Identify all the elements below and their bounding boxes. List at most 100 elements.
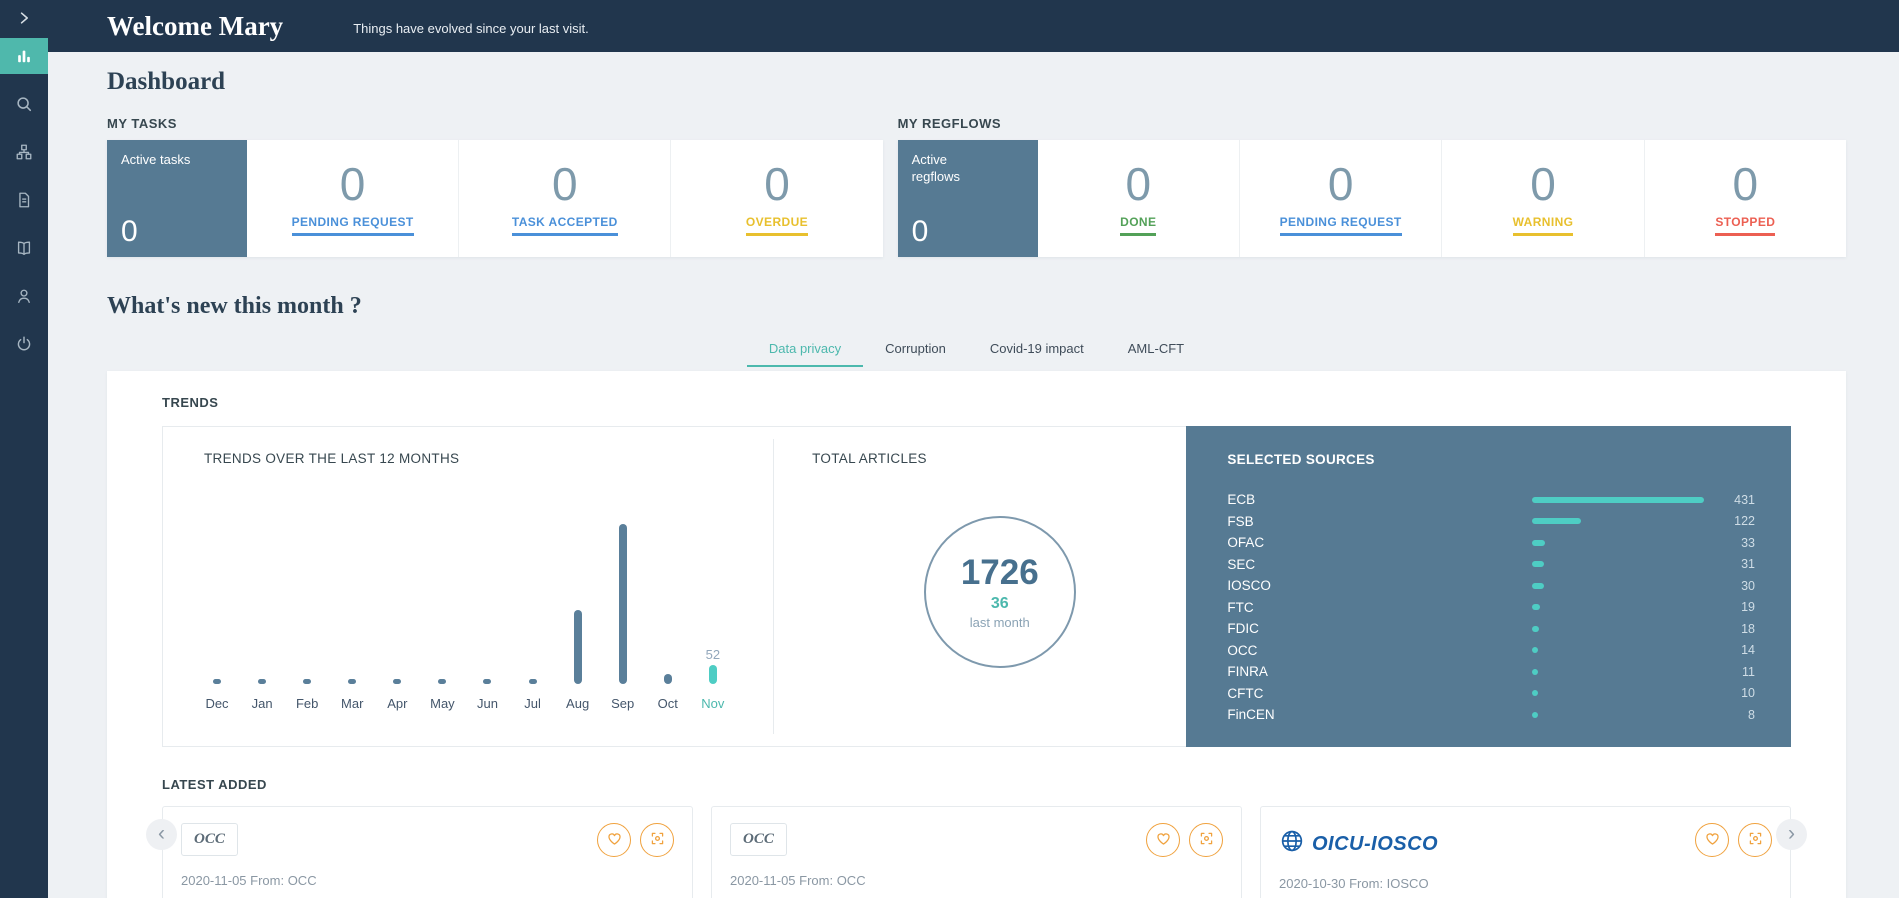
last-month-value: 36: [990, 594, 1009, 612]
profile-icon: [15, 287, 33, 305]
carousel-next-button[interactable]: ›: [1776, 819, 1807, 850]
stat-value: 0: [1530, 158, 1556, 210]
article-actions: [1137, 823, 1223, 857]
article-actions: [1686, 823, 1772, 857]
heart-icon: [1704, 830, 1721, 850]
stat-regflows-pending-request[interactable]: 0 PENDING REQUEST: [1238, 140, 1441, 257]
page-title: Dashboard: [107, 68, 226, 95]
topbar: Welcome Mary Things have evolved since y…: [48, 0, 1899, 52]
stat-label: PENDING REQUEST: [291, 215, 414, 236]
tab-covid-19-impact[interactable]: Covid-19 impact: [968, 330, 1106, 367]
bar-sep: Sep: [610, 506, 636, 711]
scan-icon: [649, 830, 666, 850]
sidebar-item-logout[interactable]: [0, 326, 48, 362]
trends-label: TRENDS: [162, 395, 219, 410]
article-card[interactable]: OCC 2020-11-05 From: OCC: [711, 806, 1242, 898]
source-row-ecb: ECB 431: [1227, 492, 1755, 508]
bar-jul: Jul: [520, 661, 546, 711]
summary-button[interactable]: [1189, 823, 1223, 857]
bar-oct: Oct: [655, 656, 681, 711]
stat-label: OVERDUE: [745, 215, 809, 236]
bar-apr: Apr: [384, 661, 410, 711]
welcome-subtitle: Things have evolved since your last visi…: [353, 20, 589, 36]
active-regflows-value: 0: [911, 215, 929, 248]
sidebar-item-documents[interactable]: [0, 182, 48, 218]
my-regflows-section: MY REGFLOWS Active regflows 0 0 DONE 0 P: [897, 116, 1846, 257]
topic-tabs: Data privacy Corruption Covid-19 impact …: [107, 330, 1846, 367]
sidebar-expand-button[interactable]: [0, 6, 48, 30]
bar-dec: Dec: [204, 661, 230, 711]
favorite-button[interactable]: [1695, 823, 1729, 857]
summary-button[interactable]: [1738, 823, 1772, 857]
stat-value: 0: [552, 158, 578, 210]
active-regflows-label: Active regflows: [911, 152, 961, 184]
selected-sources-panel: SELECTED SOURCES ECB 431 FSB 122 OFAC 33 SEC 31…: [1186, 426, 1791, 747]
document-icon: [15, 191, 33, 209]
trends-chart-section: TRENDS OVER THE LAST 12 MONTHS Dec Jan Feb…: [163, 427, 773, 746]
article-card[interactable]: OICU-IOSCO 2020-10-30 From: IOSCO: [1260, 806, 1791, 898]
tab-aml-cft[interactable]: AML-CFT: [1106, 330, 1206, 367]
total-articles-circle: 1726 36 last month: [923, 516, 1076, 668]
article-date: 2020-10-30 From: IOSCO: [1279, 876, 1429, 891]
stat-label: PENDING REQUEST: [1279, 215, 1402, 236]
dashboard-content: Dashboard MY TASKS Active tasks 0 0 PEND…: [48, 52, 1899, 898]
my-tasks-label: MY TASKS: [107, 116, 177, 131]
globe-icon: [1279, 828, 1305, 860]
stat-regflows-stopped[interactable]: 0 STOPPED: [1643, 140, 1846, 257]
sidebar-item-search[interactable]: [0, 86, 48, 122]
source-logo: OCC: [730, 823, 787, 856]
article-date: 2020-11-05 From: OCC: [730, 873, 866, 888]
sidebar-item-library[interactable]: [0, 230, 48, 266]
article-card[interactable]: OCC 2020-11-05 From: OCC: [162, 806, 693, 898]
stat-tasks-pending-request[interactable]: 0 PENDING REQUEST: [247, 140, 458, 257]
favorite-button[interactable]: [597, 823, 631, 857]
stat-label: STOPPED: [1715, 215, 1776, 236]
bar-aug: Aug: [565, 592, 591, 711]
sidebar-item-dashboard[interactable]: [0, 38, 48, 74]
carousel-prev-button[interactable]: ‹: [146, 819, 177, 850]
source-row-finra: FINRA 11: [1227, 664, 1755, 680]
welcome-title: Welcome Mary: [107, 10, 284, 41]
active-tasks-value: 0: [121, 215, 138, 248]
my-regflows-label: MY REGFLOWS: [897, 116, 1002, 131]
stat-regflows-done[interactable]: 0 DONE: [1038, 140, 1239, 257]
sidebar: [0, 0, 48, 898]
stat-tasks-accepted[interactable]: 0 TASK ACCEPTED: [458, 140, 670, 257]
scan-icon: [1198, 830, 1215, 850]
sidebar-item-profile[interactable]: [0, 278, 48, 314]
stat-value: 0: [1732, 158, 1759, 210]
latest-carousel: ‹ OCC 2020-11-05 From: OCC OCC 2020-11-0…: [146, 806, 1807, 898]
bar-mar: Mar: [339, 661, 365, 711]
source-row-fincen: FinCEN 8: [1227, 707, 1755, 723]
article-actions: [588, 823, 674, 857]
app-root: Welcome Mary Things have evolved since y…: [0, 0, 1899, 898]
stat-regflows-warning[interactable]: 0 WARNING: [1441, 140, 1643, 257]
tab-corruption[interactable]: Corruption: [863, 330, 968, 367]
total-articles-value: 1726: [960, 553, 1039, 593]
trends-panel: TRENDS TRENDS OVER THE LAST 12 MONTHS De…: [107, 371, 1846, 898]
source-row-sec: SEC 31: [1227, 556, 1755, 572]
last-month-label: last month: [969, 614, 1030, 630]
library-book-icon: [15, 239, 33, 257]
sidebar-item-regflows[interactable]: [0, 134, 48, 170]
source-logo: OICU-IOSCO: [1279, 823, 1438, 860]
active-regflows-box[interactable]: Active regflows 0: [897, 140, 1038, 257]
trends-box: TRENDS OVER THE LAST 12 MONTHS Dec Jan Feb…: [162, 426, 1791, 747]
stat-label: WARNING: [1512, 215, 1574, 236]
stat-label: DONE: [1120, 215, 1157, 236]
latest-added-label: LATEST ADDED: [162, 777, 267, 792]
active-tasks-box[interactable]: Active tasks 0: [107, 140, 247, 257]
source-row-iosco: IOSCO 30: [1227, 578, 1755, 594]
bar-jan: Jan: [249, 661, 275, 711]
my-tasks-section: MY TASKS Active tasks 0 0 PENDING REQUES…: [107, 116, 883, 257]
main-area: Welcome Mary Things have evolved since y…: [48, 0, 1899, 898]
tab-data-privacy[interactable]: Data privacy: [746, 330, 864, 367]
summary-button[interactable]: [640, 823, 674, 857]
source-row-fdic: FDIC 18: [1227, 621, 1755, 637]
bar-nov: 52 Nov: [701, 647, 725, 711]
source-row-ftc: FTC 19: [1227, 599, 1755, 615]
stat-value: 0: [764, 158, 790, 210]
favorite-button[interactable]: [1146, 823, 1180, 857]
stat-tasks-overdue[interactable]: 0 OVERDUE: [670, 140, 882, 257]
source-logo-text: OICU-IOSCO: [1312, 832, 1439, 855]
